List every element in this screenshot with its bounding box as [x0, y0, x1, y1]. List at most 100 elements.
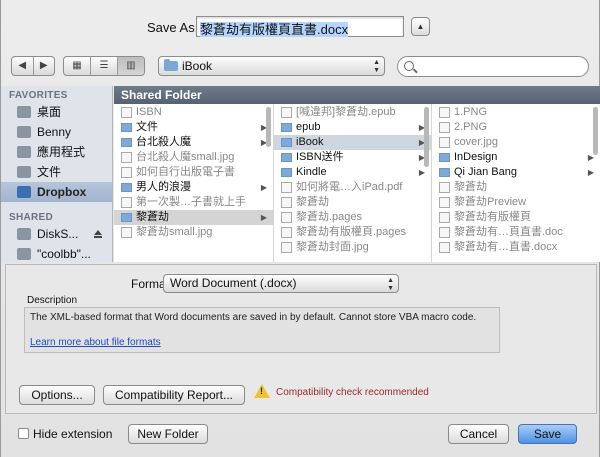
- file-row[interactable]: 如何將電…入iPad.pdf: [274, 180, 431, 195]
- file-row[interactable]: 台北殺人魔small.jpg: [114, 150, 273, 165]
- folder-row[interactable]: 黎蒼劫 ▶: [114, 210, 273, 225]
- row-label: 黎蒼劫封面.jpg: [296, 241, 369, 253]
- folder-row[interactable]: 男人的浪漫 ▶: [114, 180, 273, 195]
- chevron-right-icon: ▶: [39, 60, 48, 71]
- folder-icon: [121, 213, 132, 222]
- row-label: 黎蒼劫: [296, 196, 329, 208]
- row-label: 台北殺人魔small.jpg: [136, 151, 235, 163]
- hide-extension-checkbox[interactable]: [18, 428, 29, 439]
- disclosure-icon: ▶: [260, 183, 267, 192]
- sidebar-item-disk[interactable]: DiskS...: [1, 224, 112, 244]
- sidebar-item-label: Benny: [37, 125, 72, 139]
- folder-icon: [121, 123, 132, 132]
- search-input[interactable]: [397, 56, 589, 77]
- description-title: Description: [27, 295, 78, 306]
- document-icon: [439, 182, 450, 193]
- file-row[interactable]: 黎蒼劫有版權頁: [432, 210, 600, 225]
- scrollbar[interactable]: [266, 107, 271, 147]
- save-button[interactable]: Save: [518, 424, 577, 444]
- folder-icon: [17, 186, 31, 198]
- file-row[interactable]: 黎蒼劫有…頁直書.doc: [432, 225, 600, 240]
- sidebar-item-label: 應用程式: [37, 145, 86, 159]
- location-label: iBook: [182, 59, 213, 73]
- document-icon: [439, 107, 450, 118]
- save-as-label: Save As:: [147, 20, 199, 35]
- file-row[interactable]: 黎蒼劫Preview: [432, 195, 600, 210]
- file-row[interactable]: [喊違邦]黎蒼劫.epub: [274, 105, 431, 120]
- row-label: Qi Jian Bang: [454, 166, 517, 178]
- sidebar-item-coolbb[interactable]: "coolbb"...: [1, 244, 112, 262]
- favorites-heading: FAVORITES: [9, 90, 68, 101]
- folder-icon: [281, 168, 292, 177]
- list-view-button[interactable]: ☰: [91, 57, 118, 75]
- sidebar-item-applications[interactable]: 應用程式: [1, 142, 112, 162]
- file-row[interactable]: ISBN: [114, 105, 273, 120]
- file-row[interactable]: 1.PNG: [432, 105, 600, 120]
- row-label: InDesign: [454, 151, 498, 163]
- folder-row[interactable]: 文件 ▶: [114, 120, 273, 135]
- file-row[interactable]: 黎蒼劫封面.jpg: [274, 240, 431, 255]
- eject-icon[interactable]: [94, 230, 102, 238]
- sidebar-item-documents[interactable]: 文件: [1, 162, 112, 182]
- document-icon: [439, 137, 450, 148]
- folder-row[interactable]: 台北殺人魔 ▶: [114, 135, 273, 150]
- collapse-dialog-button[interactable]: ▲: [411, 17, 430, 36]
- sidebar-item-desktop[interactable]: 桌面: [1, 102, 112, 122]
- row-label: ISBN: [136, 106, 162, 118]
- document-icon: [281, 182, 292, 193]
- applications-icon: [17, 146, 31, 158]
- options-button[interactable]: Options...: [19, 385, 95, 405]
- row-label: 男人的浪漫: [136, 181, 191, 193]
- row-label: [喊違邦]黎蒼劫.epub: [296, 106, 396, 118]
- scrollbar[interactable]: [424, 107, 429, 167]
- row-label: 黎蒼劫small.jpg: [136, 226, 213, 238]
- folder-row[interactable]: Kindle ▶: [274, 165, 431, 180]
- search-icon: [404, 61, 414, 71]
- scrollbar[interactable]: [593, 107, 598, 155]
- file-row[interactable]: 如何自行出版電子書: [114, 165, 273, 180]
- file-row[interactable]: 黎蒼劫small.jpg: [114, 225, 273, 240]
- file-browser: Shared Folder ISBN 文件 ▶ 台北殺人魔 ▶ 台北殺人魔small.jp…: [114, 86, 600, 262]
- file-row[interactable]: 第一次製…子書就上手: [114, 195, 273, 210]
- learn-more-link[interactable]: Learn more about file formats: [30, 337, 161, 348]
- folder-row[interactable]: Qi Jian Bang ▶: [432, 165, 600, 180]
- folder-row[interactable]: iBook ▶: [274, 135, 431, 150]
- column-view-button[interactable]: ▥: [118, 57, 144, 75]
- row-label: 第一次製…子書就上手: [136, 196, 246, 208]
- filename-text: 黎蒼劫有版權頁直書.docx: [200, 22, 349, 37]
- cancel-button[interactable]: Cancel: [448, 424, 509, 444]
- file-row[interactable]: cover.jpg: [432, 135, 600, 150]
- back-forward-buttons: ◀ ▶: [11, 56, 55, 76]
- format-popup[interactable]: Word Document (.docx) ▲ ▼: [163, 274, 399, 293]
- sidebar-item-dropbox[interactable]: Dropbox: [1, 182, 112, 202]
- file-row[interactable]: 黎蒼劫: [274, 195, 431, 210]
- row-label: iBook: [296, 136, 324, 148]
- file-row[interactable]: 黎蒼劫有…直書.docx: [432, 240, 600, 255]
- save-dialog: Save As: 黎蒼劫有版權頁直書.docx ▲ ◀ ▶ ▦ ☰ ▥ iBoo…: [0, 0, 600, 457]
- document-icon: [439, 212, 450, 223]
- filename-field[interactable]: 黎蒼劫有版權頁直書.docx: [196, 16, 404, 37]
- file-row[interactable]: 2.PNG: [432, 120, 600, 135]
- document-icon: [439, 122, 450, 133]
- new-folder-button[interactable]: New Folder: [128, 424, 208, 444]
- compatibility-report-button[interactable]: Compatibility Report...: [103, 385, 245, 405]
- folder-row[interactable]: InDesign ▶: [432, 150, 600, 165]
- location-popup[interactable]: iBook ▲ ▼: [158, 56, 385, 76]
- sidebar-item-home[interactable]: Benny: [1, 122, 112, 142]
- forward-button[interactable]: ▶: [34, 57, 55, 75]
- row-label: 黎蒼劫有版權頁: [454, 211, 531, 223]
- back-button[interactable]: ◀: [12, 57, 34, 75]
- chevron-left-icon: ◀: [18, 60, 27, 71]
- folder-icon: [121, 138, 132, 147]
- format-value: Word Document (.docx): [170, 276, 297, 290]
- file-row[interactable]: 黎蒼劫有版權頁.pages: [274, 225, 431, 240]
- file-row[interactable]: 黎蒼劫.pages: [274, 210, 431, 225]
- hide-extension-label[interactable]: Hide extension: [33, 427, 112, 441]
- folder-row[interactable]: epub ▶: [274, 120, 431, 135]
- file-row[interactable]: 黎蒼劫: [432, 180, 600, 195]
- icon-view-button[interactable]: ▦: [64, 57, 91, 75]
- document-icon: [121, 167, 132, 178]
- folder-row[interactable]: ISBN送件 ▶: [274, 150, 431, 165]
- row-label: Kindle: [296, 166, 327, 178]
- column-1: ISBN 文件 ▶ 台北殺人魔 ▶ 台北殺人魔small.jpg 如何自行出版電子書 男人的浪…: [114, 104, 274, 262]
